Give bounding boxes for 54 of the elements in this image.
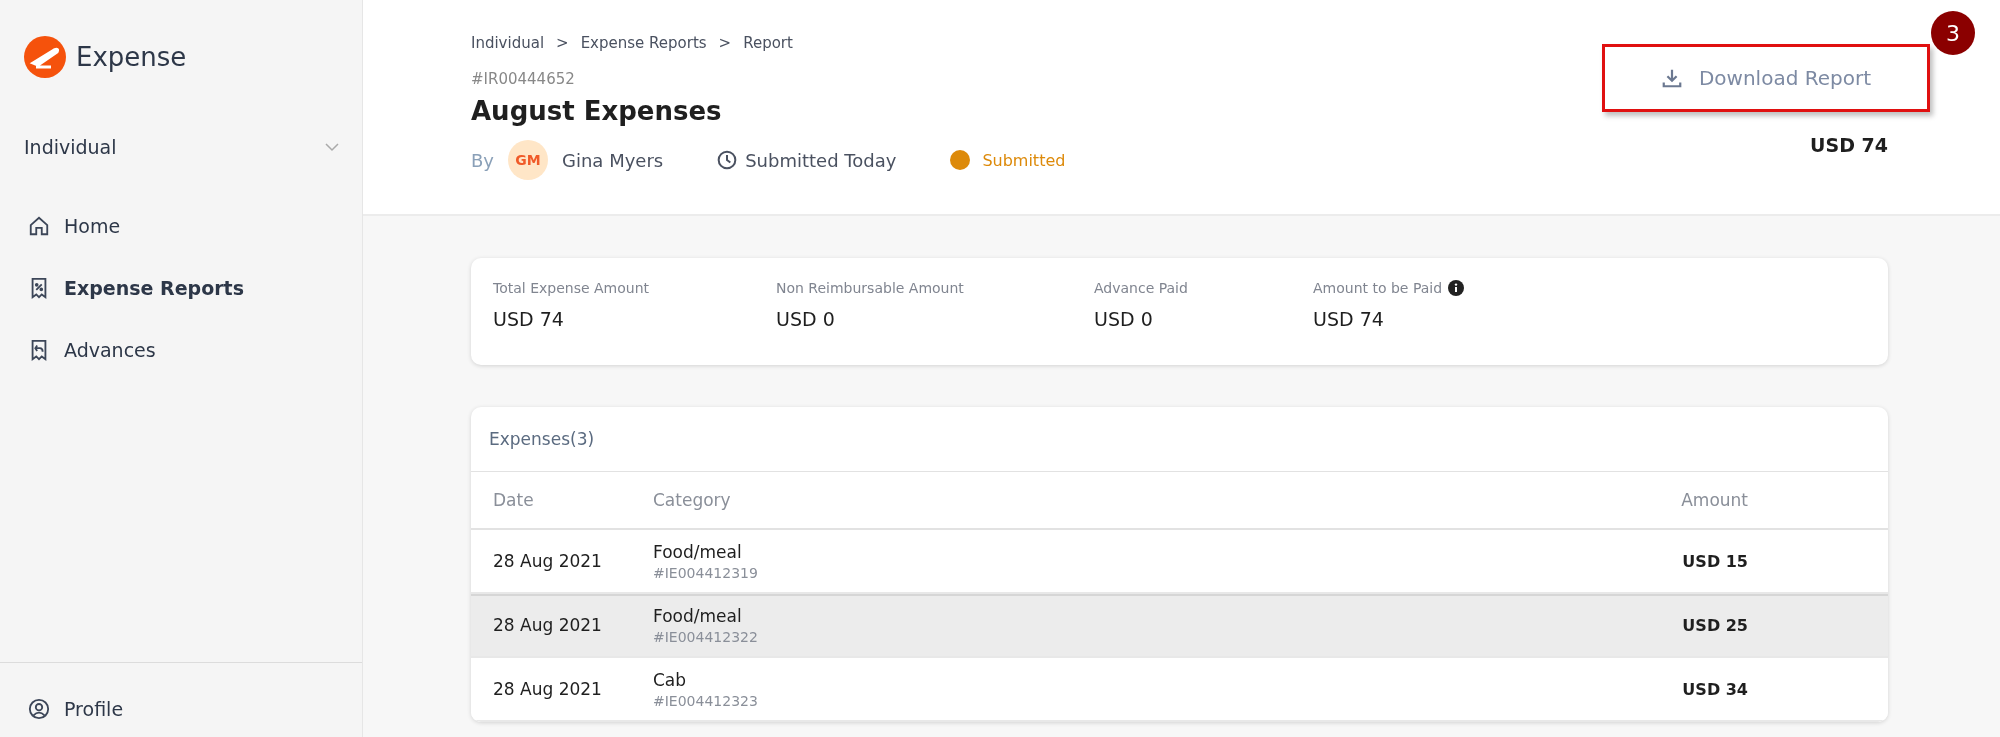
workspace-selector[interactable]: Individual xyxy=(24,136,340,158)
report-id: #IR00444652 xyxy=(471,70,576,88)
summary-value: USD 0 xyxy=(1094,308,1154,330)
breadcrumb-link[interactable]: Expense Reports xyxy=(580,34,707,52)
expense-id: #IE004412322 xyxy=(653,628,759,645)
info-icon[interactable] xyxy=(1448,280,1465,296)
download-icon xyxy=(1660,67,1683,89)
summary-label: Total Expense Amount xyxy=(493,280,650,296)
chevron-down-icon xyxy=(324,142,340,152)
step-badge: 3 xyxy=(1931,11,1975,55)
category-text: Cab xyxy=(653,669,688,690)
category-text: Food/meal xyxy=(653,541,743,562)
user-circle-icon xyxy=(28,698,50,720)
brand-name: Expense xyxy=(76,42,187,72)
breadcrumb-separator: > xyxy=(718,34,732,52)
summary-label: Advance Paid xyxy=(1094,280,1188,296)
nav-item[interactable]: Advances xyxy=(28,328,334,372)
expense-row[interactable]: 28 Aug 2021 Food/meal #IE004412322 USD 25 xyxy=(471,594,1888,658)
amount-cell-text: USD 15 xyxy=(1681,551,1748,571)
date-cell-text: 28 Aug 2021 xyxy=(493,615,603,635)
column-header: Amount xyxy=(1680,490,1748,510)
submitted-text: Submitted Today xyxy=(745,149,897,171)
report-title: August Expenses xyxy=(471,96,723,126)
expense-row[interactable]: 28 Aug 2021 Food/meal #IE004412319 USD 15 xyxy=(471,530,1888,594)
nav-item[interactable]: Profile xyxy=(28,687,334,731)
expense-row[interactable]: 28 Aug 2021 Cab #IE004412323 USD 34 xyxy=(471,658,1888,722)
status-label: Submitted xyxy=(982,150,1066,170)
report-total: USD 74 xyxy=(1810,134,1888,156)
summary-value: USD 0 xyxy=(776,308,836,330)
amount-cell-text: USD 34 xyxy=(1681,679,1748,699)
nav-item[interactable]: Expense Reports xyxy=(28,266,334,310)
expense-id: #IE004412323 xyxy=(653,692,759,709)
summary-label: Amount to be Paid xyxy=(1313,280,1443,296)
breadcrumb-link[interactable]: Individual xyxy=(471,34,545,52)
by-label: By xyxy=(471,149,494,171)
home-icon xyxy=(28,215,50,237)
column-header: Category xyxy=(653,490,732,510)
expenses-title: Expenses(3) xyxy=(471,407,1888,472)
breadcrumb-link[interactable]: Report xyxy=(743,34,793,52)
avatar: GM xyxy=(508,140,548,180)
nav-item[interactable]: Home xyxy=(28,204,334,248)
summary-label: Non Reimbursable Amount xyxy=(776,280,964,296)
summary-value: USD 74 xyxy=(493,308,565,330)
category-text: Food/meal xyxy=(653,605,743,626)
summary-value: USD 74 xyxy=(1313,308,1385,330)
column-header: Date xyxy=(493,490,535,510)
owner-name: Gina Myers xyxy=(562,149,664,171)
clock-icon xyxy=(717,150,738,170)
date-cell-text: 28 Aug 2021 xyxy=(493,679,603,699)
amount-cell-text: USD 25 xyxy=(1681,615,1748,635)
logo-icon xyxy=(24,36,66,78)
date-cell-text: 28 Aug 2021 xyxy=(493,551,603,571)
breadcrumb-separator: > xyxy=(556,34,569,52)
expense-id: #IE004412319 xyxy=(653,564,759,581)
